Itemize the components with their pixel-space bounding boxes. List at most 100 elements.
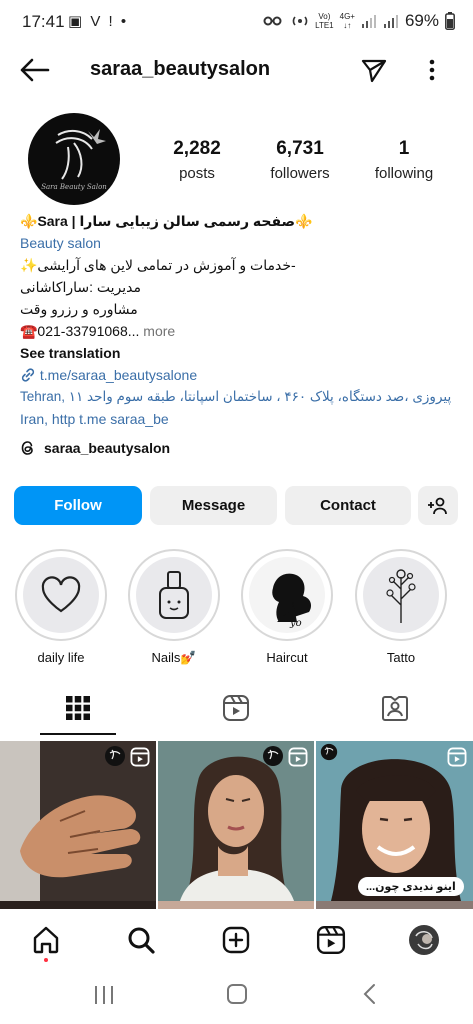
hotspot-icon xyxy=(292,16,308,26)
bottom-navigation xyxy=(0,910,473,966)
threads-icon xyxy=(21,441,33,455)
profile-bio: ⚜️صفحه رسمی سالن زیبایی سارا | Sara⚜️ Be… xyxy=(20,210,460,430)
signal-icon xyxy=(361,15,376,28)
post-thumbnail[interactable] xyxy=(0,741,156,909)
key-icon xyxy=(263,16,282,26)
bio-more-link[interactable]: more xyxy=(139,323,175,339)
followers-count[interactable]: 6,731 followers xyxy=(250,138,350,182)
reels-badge-icon xyxy=(447,747,467,767)
threads-username: saraa_beautysalon xyxy=(44,440,171,456)
home-icon xyxy=(33,926,59,954)
battery-percent: 69% xyxy=(404,11,439,30)
highlight-label: daily life xyxy=(37,650,85,665)
profile-header: saraa_beautysalon xyxy=(0,50,473,90)
status-right: Vo) LTE1 4G+ ↓↑ 69% xyxy=(263,11,455,31)
nav-profile[interactable] xyxy=(408,924,440,956)
battery-icon xyxy=(445,12,455,30)
volte-indicator: Vo) LTE1 xyxy=(315,12,334,30)
grid-icon xyxy=(66,696,90,720)
watermark-logo-icon xyxy=(263,746,283,766)
network-indicator: 4G+ ↓↑ xyxy=(339,12,355,30)
add-person-icon xyxy=(428,497,447,514)
woman-silhouette-icon: yo xyxy=(272,573,311,628)
reels-badge-icon xyxy=(130,747,150,767)
following-number: 1 xyxy=(398,138,410,159)
nail-polish-icon xyxy=(159,571,189,619)
highlight-ring xyxy=(355,549,447,641)
bio-category: Beauty salon xyxy=(20,235,101,251)
back-button-icon[interactable] xyxy=(362,983,378,1005)
more-options-icon[interactable] xyxy=(420,56,444,84)
link-icon xyxy=(21,368,35,382)
posts-label: posts xyxy=(179,165,215,182)
home-notification-dot xyxy=(44,958,48,962)
signal-icon-2 xyxy=(383,15,398,28)
following-count[interactable]: 1 following xyxy=(354,138,454,182)
nav-home[interactable] xyxy=(30,924,62,956)
highlight-nails[interactable]: Nails💅 xyxy=(128,549,220,666)
highlight-haircut[interactable]: yo Haircut xyxy=(241,549,333,665)
system-navigation-bar xyxy=(0,968,473,1024)
add-post-icon xyxy=(222,926,250,954)
watermark-logo-icon xyxy=(105,746,125,766)
svg-text:yo: yo xyxy=(289,618,302,628)
contact-button[interactable]: Contact xyxy=(285,486,411,525)
status-bar: 17:41 ▣ V ! • Vo) LTE1 4G+ ↓↑ 69% xyxy=(0,0,473,44)
post-thumbnail[interactable]: اینو ندیدی چون... xyxy=(316,741,473,909)
notification-icons: ▣ V ! • xyxy=(68,13,129,30)
highlight-ring: yo xyxy=(241,549,333,641)
nav-reels[interactable] xyxy=(315,924,347,956)
post-caption-sticker: اینو ندیدی چون... xyxy=(358,877,464,896)
watermark-logo-icon xyxy=(320,743,338,761)
followers-number: 6,731 xyxy=(276,138,324,159)
flower-icon xyxy=(386,569,416,623)
profile-username-title: saraa_beautysalon xyxy=(90,58,271,80)
followers-label: followers xyxy=(270,165,330,182)
tab-tagged[interactable] xyxy=(375,688,415,728)
posts-count[interactable]: 2,282 posts xyxy=(147,138,247,182)
follow-button[interactable]: Follow xyxy=(14,486,142,525)
bio-name: ⚜️صفحه رسمی سالن زیبایی سارا | Sara⚜️ xyxy=(20,213,313,229)
nav-create[interactable] xyxy=(220,924,252,956)
post-thumbnail[interactable] xyxy=(158,741,314,909)
bio-address-line2[interactable]: Iran, http t.me saraa_be xyxy=(20,408,460,430)
bio-link[interactable]: t.me/saraa_beautysalone xyxy=(20,364,460,386)
salon-logo: Sara Beauty Salon xyxy=(41,129,107,191)
see-translation-link[interactable]: See translation xyxy=(20,342,460,364)
active-tab-indicator xyxy=(40,733,116,735)
bio-line-booking: مشاوره و رزرو وقت xyxy=(20,301,138,317)
recent-apps-icon[interactable] xyxy=(92,984,116,1006)
svg-text:Sara Beauty Salon: Sara Beauty Salon xyxy=(41,183,107,191)
threads-badge[interactable]: saraa_beautysalon xyxy=(20,440,170,456)
highlight-tatto[interactable]: Tatto xyxy=(355,549,447,665)
highlight-label: Haircut xyxy=(266,650,308,665)
highlight-ring xyxy=(128,549,220,641)
tab-reels[interactable] xyxy=(216,688,256,728)
profile-avatar[interactable]: Sara Beauty Salon xyxy=(28,113,120,205)
bio-line-phone: ☎️021-33791068... more xyxy=(20,320,460,342)
home-button-icon[interactable] xyxy=(226,983,248,1005)
message-button[interactable]: Message xyxy=(150,486,277,525)
highlight-label: Tatto xyxy=(386,650,416,665)
suggest-people-button[interactable] xyxy=(418,486,458,525)
tab-posts-grid[interactable] xyxy=(58,688,98,728)
posts-number: 2,282 xyxy=(173,138,221,159)
search-icon xyxy=(128,927,155,954)
bio-address-line1[interactable]: Tehran, پیروزی ،صد دستگاه، پلاک ۴۶۰ ، سا… xyxy=(20,386,460,408)
reels-icon xyxy=(316,925,346,955)
following-label: following xyxy=(374,165,434,182)
bio-phone: ☎️021-33791068... xyxy=(20,323,140,339)
tagged-person-icon xyxy=(382,696,408,721)
status-time: 17:41 xyxy=(22,12,65,31)
nav-search[interactable] xyxy=(125,924,157,956)
back-arrow-icon[interactable] xyxy=(18,56,50,84)
highlight-ring xyxy=(15,549,107,641)
direct-send-icon[interactable] xyxy=(360,56,388,84)
heart-icon xyxy=(41,576,81,613)
bio-line-services: -خدمات و آموزش در تمامی لاین های آرایشی✨ xyxy=(20,257,296,273)
profile-avatar-icon xyxy=(409,925,439,955)
bio-link-text: t.me/saraa_beautysalone xyxy=(39,367,198,383)
highlight-label: Nails💅 xyxy=(151,650,197,665)
highlight-daily-life[interactable]: daily life xyxy=(15,549,107,665)
bio-line-management: مدیریت :ساراکاشانی xyxy=(20,279,142,295)
